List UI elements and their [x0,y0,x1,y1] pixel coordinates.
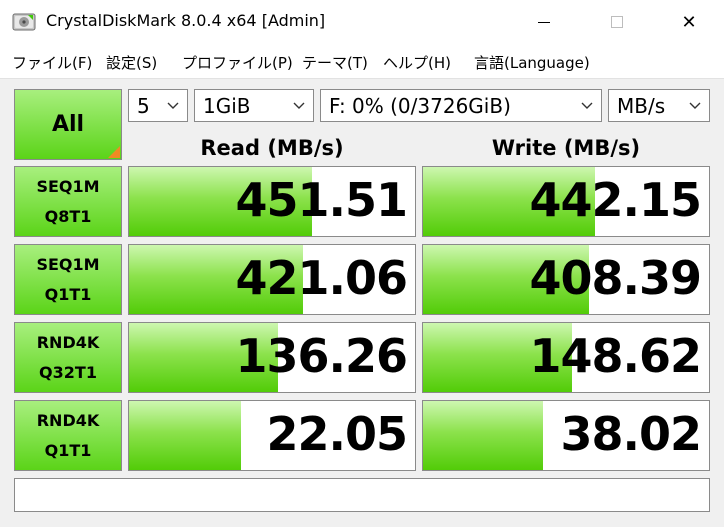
menu-profile[interactable]: プロファイル(P) [182,52,293,73]
window-title: CrystalDiskMark 8.0.4 x64 [Admin] [46,11,326,30]
write-value: 408.39 [529,251,702,305]
write-result-seq1m-q1t1: 408.39 [422,244,710,315]
test-params: Q32T1 [39,362,97,382]
write-value: 38.02 [560,407,702,461]
minimize-button[interactable] [521,0,567,44]
all-button[interactable]: All [14,89,122,160]
test-button-seq1m-q8t1[interactable]: SEQ1M Q8T1 [14,166,122,237]
read-value: 136.26 [235,329,408,383]
chevron-down-icon [293,102,305,109]
crystaldiskmark-app-icon [12,13,36,31]
test-name: SEQ1M [36,176,100,196]
read-value: 22.05 [266,407,408,461]
chevron-down-icon [689,102,701,109]
maximize-icon [611,16,623,28]
read-result-seq1m-q1t1: 421.06 [128,244,416,315]
write-column-header: Write (MB/s) [491,136,641,160]
close-icon: ✕ [681,11,697,33]
write-result-seq1m-q8t1: 442.15 [422,166,710,237]
write-level-bar [423,401,544,470]
read-value: 451.51 [235,173,408,227]
test-button-rnd4k-q32t1[interactable]: RND4K Q32T1 [14,322,122,393]
test-count-value: 5 [137,93,150,118]
maximize-button[interactable] [594,0,640,44]
corner-marker-icon [108,146,120,158]
test-params: Q1T1 [44,284,92,304]
close-button[interactable]: ✕ [666,0,712,44]
test-size-value: 1GiB [203,93,251,118]
comment-input[interactable] [14,478,710,512]
test-count-select[interactable]: 5 [128,89,188,122]
read-result-rnd4k-q32t1: 136.26 [128,322,416,393]
write-value: 442.15 [529,173,702,227]
test-name: RND4K [36,332,100,352]
unit-value: MB/s [617,93,666,118]
chevron-down-icon [581,102,593,109]
read-value: 421.06 [235,251,408,305]
title-bar: CrystalDiskMark 8.0.4 x64 [Admin] ✕ [0,0,724,44]
menu-help[interactable]: ヘルプ(H) [383,52,451,73]
test-name: SEQ1M [36,254,100,274]
test-name: RND4K [36,410,100,430]
test-button-rnd4k-q1t1[interactable]: RND4K Q1T1 [14,400,122,471]
menu-bar: ファイル(F) 設定(S) プロファイル(P) テーマ(T) ヘルプ(H) 言語… [0,44,724,78]
chevron-down-icon [167,102,179,109]
test-params: Q1T1 [44,440,92,460]
drive-value: F: 0% (0/3726GiB) [329,93,511,118]
write-value: 148.62 [529,329,702,383]
write-result-rnd4k-q32t1: 148.62 [422,322,710,393]
test-size-select[interactable]: 1GiB [194,89,314,122]
read-level-bar [129,401,241,470]
test-params: Q8T1 [44,206,92,226]
all-button-label: All [51,112,85,137]
drive-select[interactable]: F: 0% (0/3726GiB) [320,89,602,122]
minimize-icon [538,21,550,23]
menu-file[interactable]: ファイル(F) [12,52,92,73]
read-result-rnd4k-q1t1: 22.05 [128,400,416,471]
write-result-rnd4k-q1t1: 38.02 [422,400,710,471]
test-button-seq1m-q1t1[interactable]: SEQ1M Q1T1 [14,244,122,315]
read-result-seq1m-q8t1: 451.51 [128,166,416,237]
menu-language[interactable]: 言語(Language) [474,52,590,73]
menu-settings[interactable]: 設定(S) [106,52,157,73]
read-column-header: Read (MB/s) [200,136,344,160]
unit-select[interactable]: MB/s [608,89,710,122]
menu-theme[interactable]: テーマ(T) [302,52,368,73]
